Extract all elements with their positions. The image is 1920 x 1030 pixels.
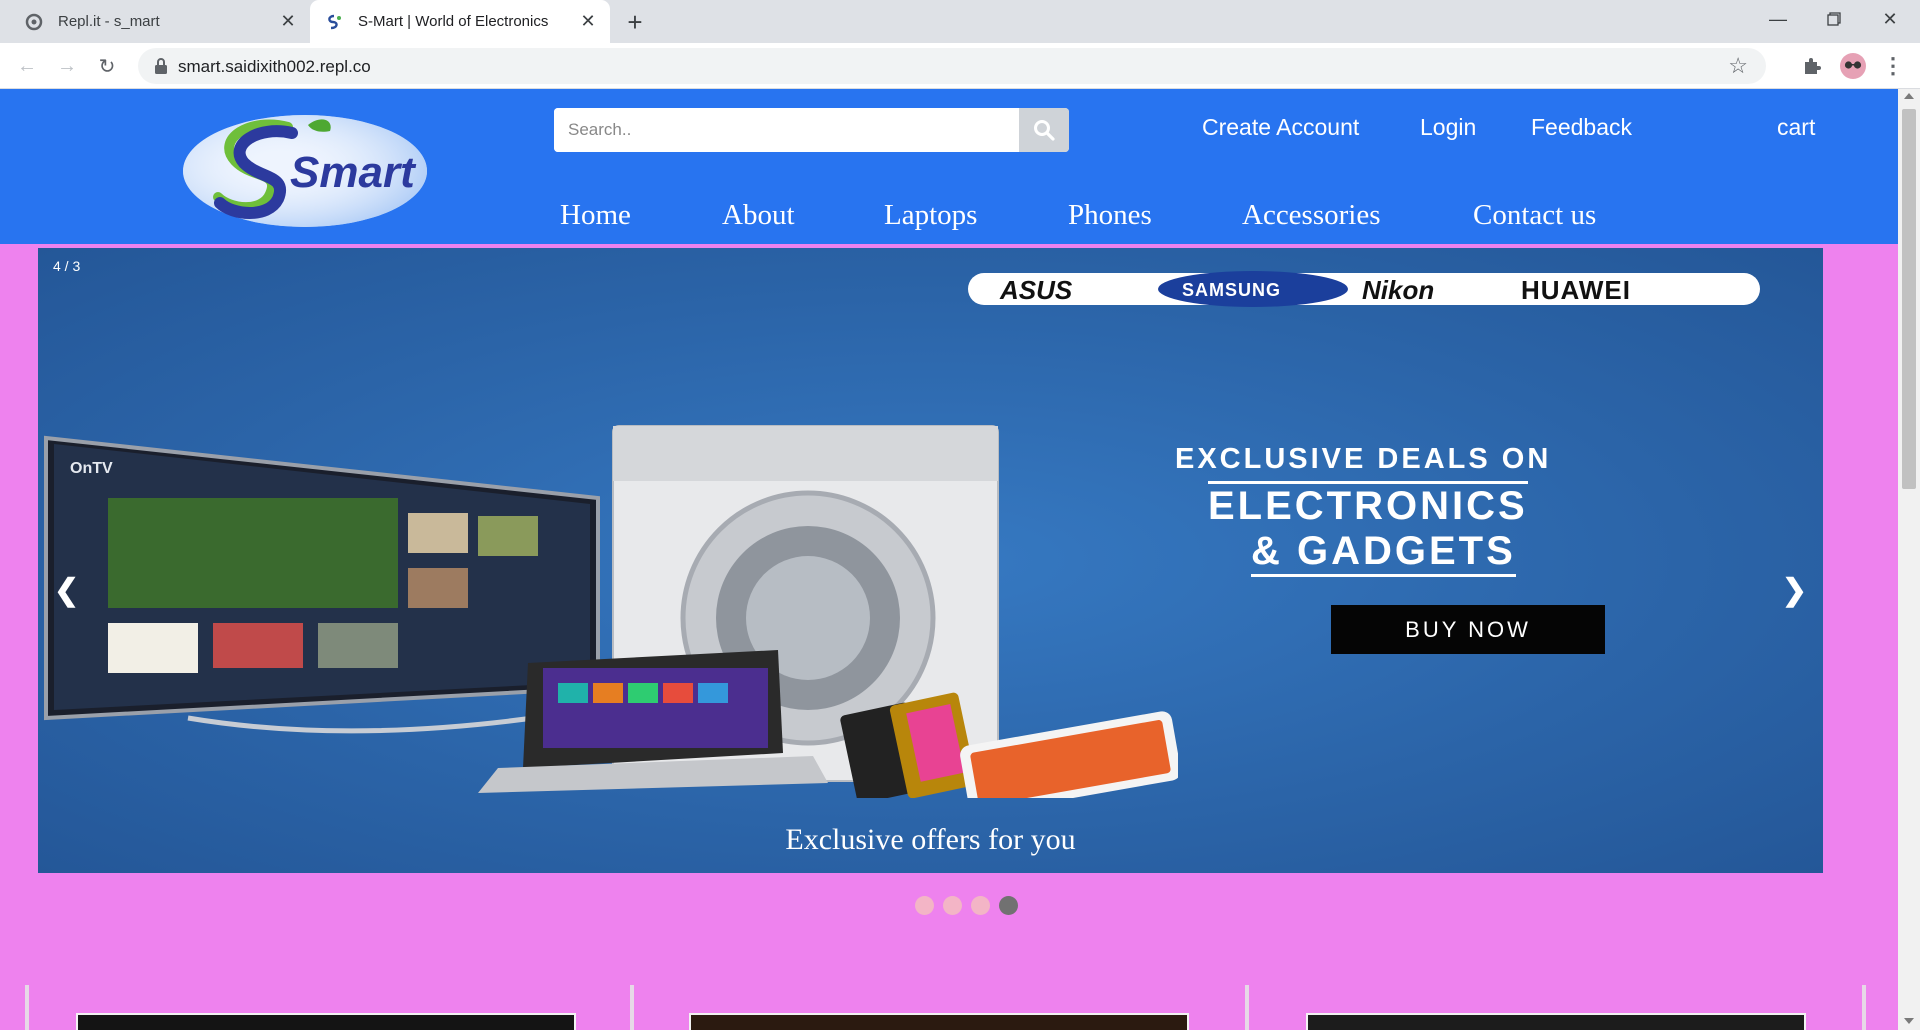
slide-dot-3[interactable]: [971, 896, 990, 915]
slide-dot-1[interactable]: [915, 896, 934, 915]
tab-title: S-Mart | World of Electronics: [358, 13, 549, 30]
slide-dot-4[interactable]: [999, 896, 1018, 915]
browser-toolbar: ← → ↻ smart.saidixith002.repl.co ☆ ⋮: [0, 43, 1920, 89]
slide-counter: 4 / 3: [53, 258, 81, 274]
slide-next-icon[interactable]: ❯: [1782, 573, 1807, 608]
url-text: smart.saidixith002.repl.co: [178, 57, 371, 76]
hero-slideshow: 4 / 3 ASUS SAMSUNG Nikon HUAWEI OnTV EXC…: [38, 248, 1823, 873]
slide-dots: [0, 896, 1898, 915]
lock-icon: [155, 58, 167, 74]
electronics-products-image: OnTV: [44, 425, 1178, 798]
minimize-icon[interactable]: —: [1750, 0, 1806, 38]
close-window-icon[interactable]: ✕: [1862, 0, 1918, 38]
back-arrow-icon[interactable]: ←: [12, 51, 42, 81]
menu-kebab-icon[interactable]: ⋮: [1878, 51, 1908, 81]
svg-text:OnTV: OnTV: [70, 460, 113, 477]
scroll-up-arrow-icon[interactable]: [1904, 93, 1914, 99]
slide-dot-2[interactable]: [943, 896, 962, 915]
tab-replit[interactable]: Repl.it - s_mart ✕: [0, 0, 310, 43]
restore-icon[interactable]: [1806, 0, 1862, 38]
brand-huawei: HUAWEI: [1521, 275, 1631, 305]
nav-contact-us[interactable]: Contact us: [1473, 199, 1596, 232]
search-input[interactable]: [554, 108, 1019, 152]
brand-strip: ASUS SAMSUNG Nikon HUAWEI: [968, 271, 1760, 307]
logo-text: Smart: [290, 148, 417, 197]
browser-tab-bar: Repl.it - s_mart ✕ S-Mart | World of Ele…: [0, 0, 1920, 43]
forward-arrow-icon[interactable]: →: [52, 51, 82, 81]
profile-avatar[interactable]: [1838, 51, 1868, 81]
new-tab-plus-icon[interactable]: +: [620, 7, 650, 37]
slide-caption: Exclusive offers for you: [785, 823, 1076, 856]
card-divider: [1245, 985, 1249, 1030]
product-card-row: [0, 985, 1898, 1030]
scroll-down-arrow-icon[interactable]: [1904, 1018, 1914, 1024]
search-bar: [554, 108, 1069, 152]
deals-headline-2: ELECTRONICS: [1208, 481, 1528, 529]
brand-samsung: SAMSUNG: [1182, 280, 1282, 300]
nav-laptops[interactable]: Laptops: [884, 199, 977, 232]
card-divider: [1862, 985, 1866, 1030]
feedback-link[interactable]: Feedback: [1531, 114, 1632, 141]
card-divider: [630, 985, 634, 1030]
nav-accessories[interactable]: Accessories: [1242, 199, 1381, 232]
search-icon: [1034, 120, 1055, 141]
card-divider: [25, 985, 29, 1030]
site-header: Smart Create Account Login Feedback cart…: [0, 89, 1898, 246]
nav-home[interactable]: Home: [560, 199, 631, 232]
brand-asus: ASUS: [1000, 275, 1073, 305]
smart-logo[interactable]: Smart: [180, 109, 430, 229]
nav-phones[interactable]: Phones: [1068, 199, 1152, 232]
address-bar[interactable]: smart.saidixith002.repl.co ☆: [138, 48, 1766, 84]
extensions-puzzle-icon[interactable]: [1797, 51, 1827, 81]
replit-icon: [24, 12, 44, 32]
page-viewport: Smart Create Account Login Feedback cart…: [0, 89, 1898, 1030]
product-card-image[interactable]: [689, 1013, 1189, 1030]
deals-headline-1: EXCLUSIVE DEALS ON: [1175, 443, 1552, 475]
create-account-link[interactable]: Create Account: [1202, 114, 1359, 141]
page-scrollbar[interactable]: [1898, 89, 1920, 1030]
scroll-thumb[interactable]: [1902, 109, 1916, 489]
login-link[interactable]: Login: [1420, 114, 1476, 141]
slide-prev-icon[interactable]: ❮: [54, 573, 79, 608]
bookmark-star-icon[interactable]: ☆: [1728, 53, 1748, 79]
search-button[interactable]: [1019, 108, 1069, 152]
reload-icon[interactable]: ↻: [92, 51, 122, 81]
brand-nikon: Nikon: [1362, 275, 1435, 305]
product-card-image[interactable]: [1306, 1013, 1806, 1030]
product-card-image[interactable]: [76, 1013, 576, 1030]
deals-headline-3: & GADGETS: [1251, 529, 1516, 577]
close-icon[interactable]: ✕: [576, 10, 600, 34]
tab-smart[interactable]: S-Mart | World of Electronics ✕: [310, 0, 610, 43]
close-icon[interactable]: ✕: [276, 10, 300, 34]
buy-now-button[interactable]: BUY NOW: [1331, 605, 1605, 654]
tab-title: Repl.it - s_mart: [58, 13, 160, 30]
nav-about[interactable]: About: [722, 199, 795, 232]
smart-favicon-icon: [324, 12, 344, 32]
cart-link[interactable]: cart: [1777, 114, 1815, 141]
